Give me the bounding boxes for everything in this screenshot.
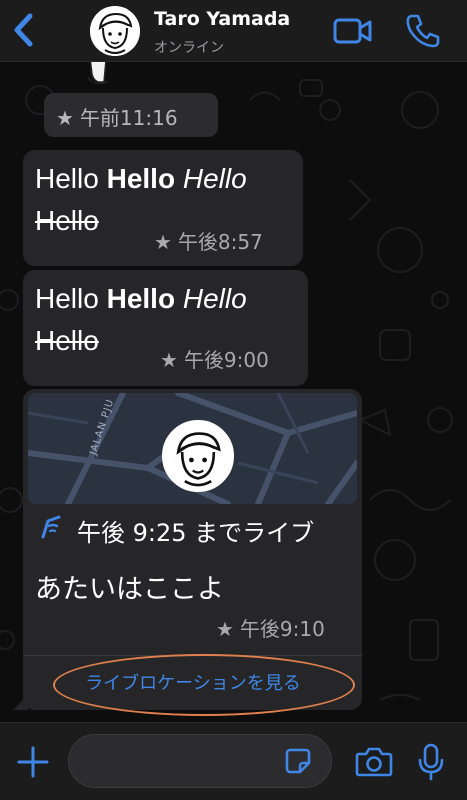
- contact-avatar[interactable]: [90, 6, 140, 56]
- star-icon: ★: [216, 617, 234, 641]
- message-text: Hello: [35, 325, 99, 357]
- location-caption: あたいはここよ: [35, 574, 224, 605]
- bubble-tail: [12, 690, 28, 710]
- bold-text: Hello: [106, 163, 176, 194]
- chat-header: Taro Yamada オンライン: [0, 0, 467, 62]
- camera-button[interactable]: [355, 745, 393, 779]
- message-input-bar: [0, 722, 467, 800]
- sticker-icon: [285, 748, 311, 774]
- voice-call-button[interactable]: [404, 12, 440, 50]
- message-bubble[interactable]: ★ 午前11:16: [44, 93, 218, 137]
- video-call-icon: [333, 18, 372, 44]
- microphone-icon: [418, 743, 444, 781]
- chat-screen: Taro Yamada オンライン ★ 午前11:16 Hello Hello H…: [0, 0, 467, 800]
- sticker-image[interactable]: [84, 58, 114, 86]
- plain-text: Hello: [35, 283, 99, 314]
- message-meta: ★ 午前11:16: [56, 102, 178, 131]
- avatar-illustration: [165, 423, 231, 489]
- message-time: 午前11:16: [79, 106, 178, 130]
- message-text: Hello Hello Hello: [35, 163, 247, 195]
- microphone-button[interactable]: [418, 743, 444, 781]
- bold-text: Hello: [106, 283, 176, 314]
- star-icon: ★: [56, 106, 74, 130]
- camera-icon: [355, 747, 393, 777]
- live-location-icon: [41, 515, 61, 539]
- location-map[interactable]: JALAN PJU: [28, 393, 357, 504]
- contact-name[interactable]: Taro Yamada: [154, 8, 290, 30]
- map-avatar: [162, 420, 234, 492]
- message-meta: ★ 午後8:57: [154, 226, 263, 255]
- avatar-illustration: [90, 6, 140, 56]
- star-icon: ★: [154, 230, 172, 254]
- video-call-button[interactable]: [333, 13, 373, 49]
- live-until-text: 午後 9:25 までライブ: [77, 519, 315, 547]
- message-text: Hello: [35, 205, 99, 237]
- star-icon: ★: [160, 348, 178, 372]
- message-bubble[interactable]: Hello Hello Hello Hello ★ 午後8:57: [23, 150, 303, 266]
- italic-text: Hello: [182, 163, 247, 194]
- contact-status: オンライン: [154, 40, 224, 56]
- attach-button[interactable]: [16, 745, 50, 779]
- back-button[interactable]: [6, 10, 46, 50]
- phone-icon: [406, 14, 440, 48]
- italic-text: Hello: [182, 283, 247, 314]
- message-meta: ★ 午後9:00: [160, 344, 269, 373]
- chevron-left-icon: [14, 13, 33, 47]
- strikethrough-text: Hello: [35, 325, 99, 356]
- highlight-annotation: [53, 654, 355, 716]
- message-meta: ★ 午後9:10: [216, 613, 325, 642]
- plus-icon: [17, 746, 49, 778]
- strikethrough-text: Hello: [35, 205, 99, 236]
- message-time: 午後8:57: [177, 230, 263, 254]
- sticker-button[interactable]: [284, 747, 312, 775]
- plain-text: Hello: [35, 163, 99, 194]
- message-bubble[interactable]: Hello Hello Hello Hello ★ 午後9:00: [23, 270, 308, 386]
- message-text: Hello Hello Hello: [35, 283, 247, 315]
- message-time: 午後9:10: [239, 617, 325, 641]
- message-time: 午後9:00: [183, 348, 269, 372]
